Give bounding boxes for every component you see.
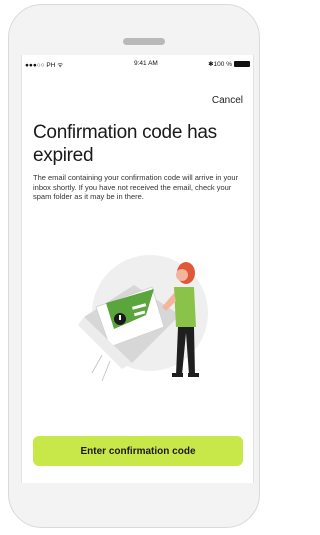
carrier-signal: ●●●○○ PH ᯤ	[25, 62, 64, 69]
body-text: The email containing your confirmation c…	[33, 173, 239, 201]
status-bar: ●●●○○ PH ᯤ 9:41 AM ✱100 %	[22, 58, 253, 70]
battery-label: ✱100 %	[208, 61, 232, 68]
app-screen: ●●●○○ PH ᯤ 9:41 AM ✱100 % Cancel Confirm…	[21, 55, 254, 483]
email-illustration	[78, 255, 208, 382]
enter-confirmation-code-button[interactable]: Enter confirmation code	[33, 436, 243, 466]
battery-indicator: ✱100 %	[208, 60, 250, 68]
battery-icon	[234, 61, 250, 67]
phone-speaker	[123, 38, 165, 45]
cancel-button[interactable]: Cancel	[212, 95, 243, 106]
page-title: Confirmation code has expired	[33, 122, 217, 166]
status-time: 9:41 AM	[134, 60, 158, 67]
